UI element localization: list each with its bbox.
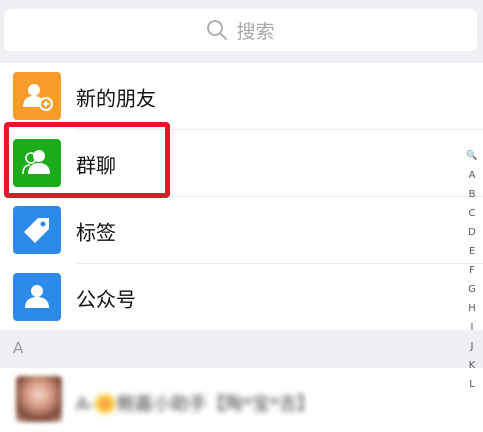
- index-letter[interactable]: L: [469, 375, 475, 394]
- index-letter[interactable]: B: [469, 185, 476, 204]
- index-letter[interactable]: F: [469, 261, 475, 280]
- index-letter[interactable]: E: [469, 242, 475, 261]
- add-friend-icon: [13, 72, 61, 120]
- official-accounts-label: 公众号: [76, 287, 136, 311]
- index-letter[interactable]: K: [469, 356, 476, 375]
- search-input[interactable]: 搜索: [4, 9, 477, 51]
- section-header-letter: A: [13, 339, 24, 357]
- search-placeholder: 搜索: [236, 20, 275, 43]
- search-icon: [206, 19, 228, 41]
- group-chat-icon: [13, 139, 61, 187]
- tags-row[interactable]: 标签: [0, 197, 483, 264]
- group-chat-label: 群聊: [76, 153, 116, 177]
- tags-label: 标签: [76, 220, 116, 244]
- alphabet-index-bar[interactable]: 🔍 A B C D E F G H I J K L: [465, 147, 479, 394]
- index-letter[interactable]: H: [468, 299, 476, 318]
- official-accounts-row[interactable]: 公众号: [0, 264, 483, 331]
- tag-icon: [13, 206, 61, 254]
- function-list: 新的朋友 群聊 标签 公众号: [0, 63, 483, 331]
- index-letter[interactable]: G: [468, 280, 476, 299]
- index-letter[interactable]: A: [469, 166, 476, 185]
- contact-row[interactable]: A-🌼鲍嘉小助手【陶*宝*吉】: [0, 368, 483, 432]
- index-letter[interactable]: D: [468, 223, 476, 242]
- official-account-icon: [13, 273, 61, 321]
- index-letter[interactable]: I: [471, 318, 474, 337]
- new-friends-label: 新的朋友: [76, 86, 156, 110]
- group-chat-row[interactable]: 群聊: [0, 130, 483, 197]
- new-friends-row[interactable]: 新的朋友: [0, 63, 483, 130]
- index-letter[interactable]: J: [471, 337, 474, 356]
- search-bar-container: 搜索: [0, 0, 483, 63]
- index-search-icon[interactable]: 🔍: [466, 147, 477, 166]
- contact-name: A-🌼鲍嘉小助手【陶*宝*吉】: [76, 394, 315, 415]
- section-header: A: [0, 330, 483, 368]
- index-letter[interactable]: C: [469, 204, 476, 223]
- avatar: [16, 376, 62, 422]
